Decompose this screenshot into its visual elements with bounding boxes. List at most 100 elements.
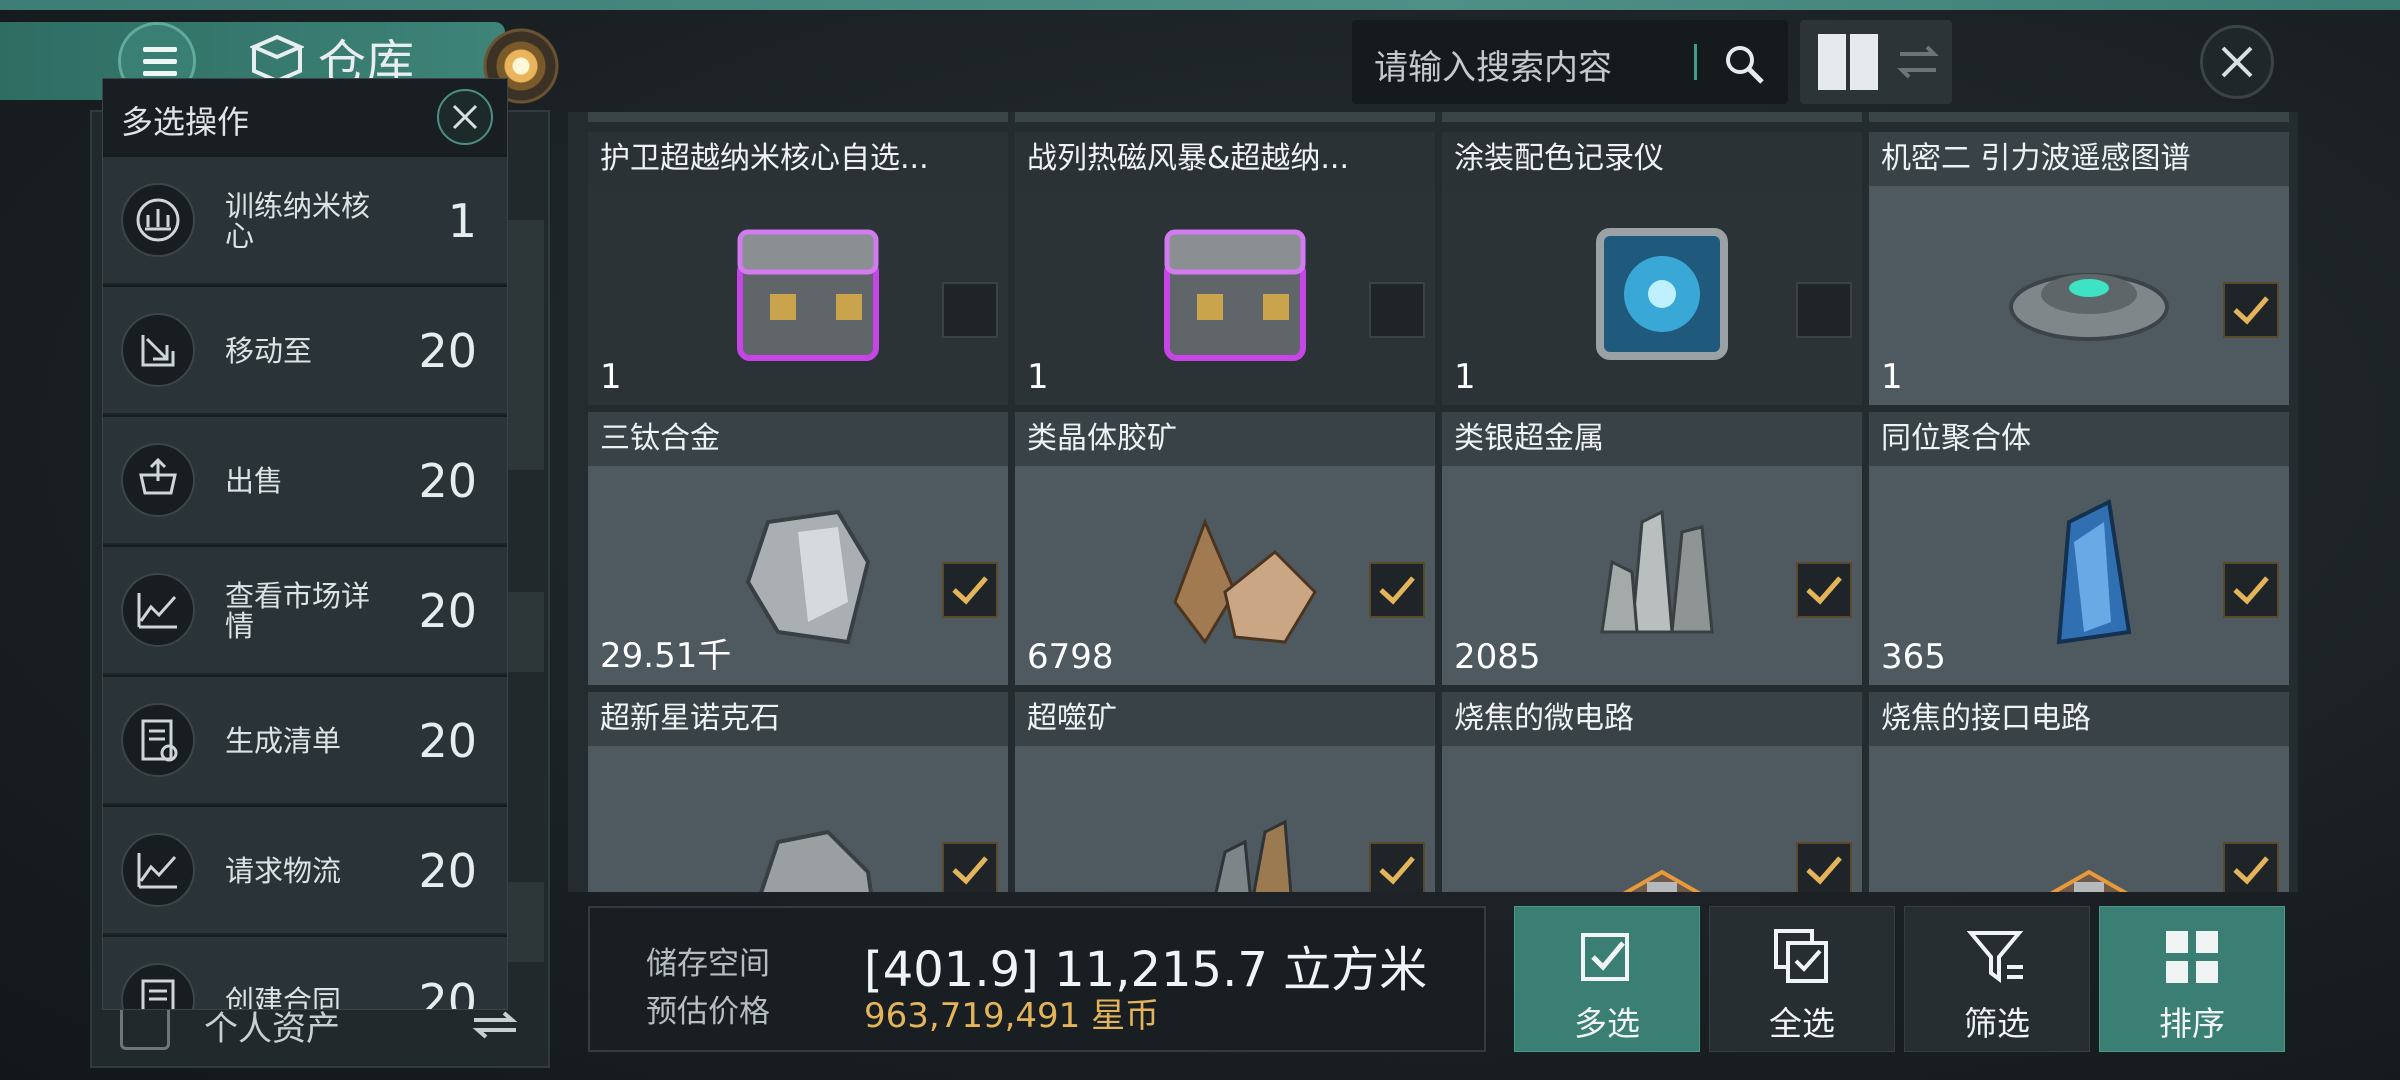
swap-view-icon[interactable] (1896, 40, 1940, 84)
blue-cube-icon (1596, 228, 1728, 360)
op-label: 出售 (225, 464, 284, 498)
sort-button[interactable]: 排序 (2099, 906, 2285, 1052)
op-train-nano-core[interactable]: 训练纳米核心 1 (103, 155, 507, 283)
check-icon (1806, 576, 1842, 605)
estimated-price-value: 963,719,491 星币 (864, 996, 1160, 1036)
item-quantity: 1 (1027, 357, 1049, 397)
popup-header: 多选操作 (103, 79, 507, 155)
op-count: 20 (418, 974, 477, 1010)
item-card[interactable]: 超新星诺克石 (588, 692, 1008, 892)
metal-ore-icon (745, 509, 871, 645)
warehouse-icon (250, 34, 304, 83)
circuit-icon (2049, 869, 2129, 892)
item-name: 三钛合金 (588, 412, 1008, 466)
item-checkbox[interactable] (1796, 562, 1852, 618)
item-card[interactable]: 同位聚合体 365 (1869, 412, 2289, 685)
popup-title: 多选操作 (121, 103, 250, 141)
market-chart-icon (121, 573, 195, 647)
item-checkbox[interactable] (2223, 282, 2279, 338)
filter-icon (1967, 931, 2024, 983)
purple-crate-icon (737, 229, 879, 361)
op-count: 20 (418, 454, 477, 508)
circuit-icon (1622, 869, 1702, 892)
item-checkbox[interactable] (942, 562, 998, 618)
op-label: 请求物流 (225, 854, 342, 888)
select-all-icon (1774, 929, 1828, 983)
item-card[interactable]: 类晶体胶矿 6798 (1015, 412, 1435, 685)
blue-crystal-icon (2056, 498, 2132, 645)
search-input[interactable]: 请输入搜索内容 (1374, 40, 1612, 89)
silver-crystal-icon (1600, 509, 1714, 634)
item-card[interactable]: 机密二 引力波遥感图谱 1 (1869, 132, 2289, 405)
op-move-to[interactable]: 移动至 20 (103, 285, 507, 413)
item-quantity: 2085 (1454, 637, 1541, 677)
item-card[interactable]: 超噬矿 (1015, 692, 1435, 892)
close-icon (452, 104, 478, 130)
search-divider (1694, 44, 1697, 80)
item-name: 同位聚合体 (1869, 412, 2289, 466)
check-icon (952, 576, 988, 605)
item-name: 类银超金属 (1442, 412, 1862, 466)
item-name: 护卫超越纳米核心自选... (588, 132, 1008, 186)
item-name: 超噬矿 (1015, 692, 1435, 746)
op-create-contract[interactable]: 创建合同 20 (103, 935, 507, 1010)
item-name: 烧焦的微电路 (1442, 692, 1862, 746)
contract-icon (121, 963, 195, 1009)
item-checkbox[interactable] (2223, 562, 2279, 618)
search-box[interactable]: 请输入搜索内容 (1352, 20, 1788, 104)
category-scroll-segment (502, 220, 544, 470)
select-all-label: 全选 (1769, 1004, 1835, 1043)
item-card[interactable]: 涂装配色记录仪 1 (1442, 132, 1862, 405)
category-scroll-segment (502, 882, 544, 962)
item-card[interactable]: 烧焦的接口电路 (1869, 692, 2289, 892)
estimated-price-label: 预估价格 (646, 994, 770, 1030)
op-sell[interactable]: 出售 20 (103, 415, 507, 543)
filter-button[interactable]: 筛选 (1904, 906, 2090, 1052)
item-quantity: 1 (1454, 357, 1476, 397)
nano-core-icon (121, 183, 195, 257)
purple-crate-icon (1164, 229, 1306, 361)
item-card[interactable]: 类银超金属 2085 (1442, 412, 1862, 685)
logistics-chart-icon (121, 833, 195, 907)
item-card[interactable]: 三钛合金 29.51千 (588, 412, 1008, 685)
check-icon (2233, 856, 2269, 885)
bronze-crystal-icon (1173, 517, 1317, 645)
close-button[interactable] (2200, 25, 2274, 99)
item-name: 机密二 引力波遥感图谱 (1869, 132, 2289, 186)
item-name: 战列热磁风暴&超越纳... (1015, 132, 1435, 186)
item-card[interactable]: 烧焦的微电路 (1442, 692, 1862, 892)
check-icon (2233, 296, 2269, 325)
op-count: 20 (418, 714, 477, 768)
op-count: 20 (418, 844, 477, 898)
op-count: 20 (418, 584, 477, 638)
item-checkbox[interactable] (942, 842, 998, 892)
item-quantity: 365 (1881, 637, 1946, 677)
item-checkbox[interactable] (1796, 842, 1852, 892)
item-name: 烧焦的接口电路 (1869, 692, 2289, 746)
view-toggle[interactable] (1800, 20, 1952, 104)
item-card[interactable]: 护卫超越纳米核心自选... 1 (588, 132, 1008, 405)
item-grid: 护卫超越纳米核心自选... 1 战列热磁风暴&超越纳... 1 涂装配色记录仪 … (568, 112, 2298, 892)
item-checkbox[interactable] (1796, 282, 1852, 338)
op-label: 查看市场详情 (225, 579, 371, 643)
op-generate-list[interactable]: 生成清单 20 (103, 675, 507, 803)
move-to-icon (121, 313, 195, 387)
select-all-button[interactable]: 全选 (1709, 906, 1895, 1052)
op-label: 训练纳米核心 (225, 189, 371, 253)
item-card[interactable]: 战列热磁风暴&超越纳... 1 (1015, 132, 1435, 405)
multi-select-button[interactable]: 多选 (1514, 906, 1700, 1052)
search-icon[interactable] (1722, 42, 1766, 86)
op-request-logistics[interactable]: 请求物流 20 (103, 805, 507, 933)
item-checkbox[interactable] (2223, 842, 2279, 892)
item-checkbox[interactable] (942, 282, 998, 338)
item-checkbox[interactable] (1369, 282, 1425, 338)
op-market-details[interactable]: 查看市场详情 20 (103, 545, 507, 673)
top-accent-line (0, 0, 2400, 10)
storage-space-label: 储存空间 (646, 946, 770, 982)
disc-device-icon (2009, 273, 2169, 341)
popup-close-button[interactable] (437, 89, 493, 145)
item-name: 类晶体胶矿 (1015, 412, 1435, 466)
item-checkbox[interactable] (1369, 562, 1425, 618)
grid-view-icon[interactable] (1818, 34, 1846, 90)
item-checkbox[interactable] (1369, 842, 1425, 892)
